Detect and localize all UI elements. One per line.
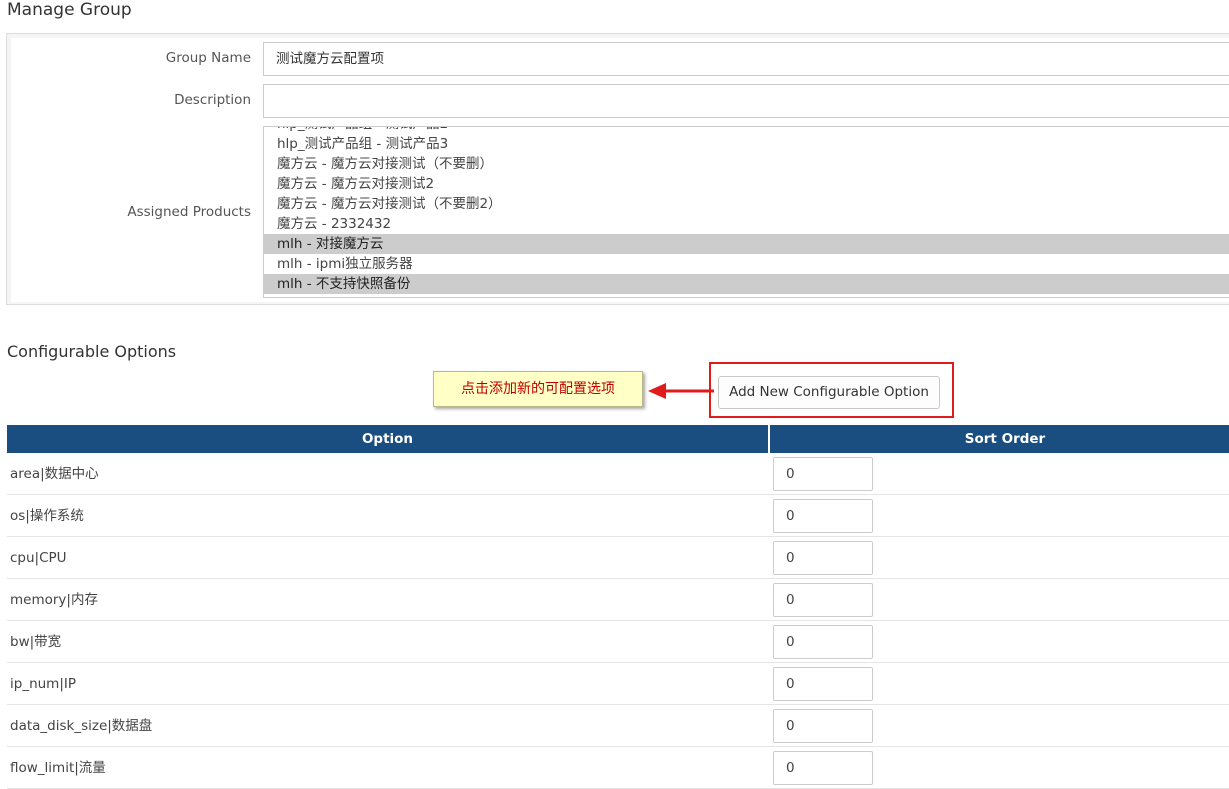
- option-column-header: Option: [7, 425, 768, 453]
- table-row: bw|带宽 0: [7, 621, 1229, 663]
- page-title: Manage Group: [7, 0, 132, 20]
- option-name: ip_num|IP: [10, 676, 77, 692]
- assigned-products-select[interactable]: hlp_测试产品组 - 测试产品2hlp_测试产品组 - 测试产品3魔方云 - …: [263, 126, 1229, 298]
- group-settings-inner: Group Name 测试魔方云配置项 Description Assigned…: [11, 38, 1229, 302]
- option-name: cpu|CPU: [10, 550, 67, 566]
- table-header: Option Sort Order: [7, 425, 1229, 453]
- assigned-products-list: hlp_测试产品组 - 测试产品2hlp_测试产品组 - 测试产品3魔方云 - …: [264, 127, 1229, 294]
- option-name: data_disk_size|数据盘: [10, 718, 153, 734]
- table-row: area|数据中心 0: [7, 453, 1229, 495]
- annotation-arrow-icon: [648, 383, 714, 399]
- assigned-products-label: Assigned Products: [127, 204, 251, 220]
- add-configurable-option-button[interactable]: Add New Configurable Option: [718, 376, 940, 409]
- product-option[interactable]: hlp_测试产品组 - 测试产品3: [264, 134, 1229, 154]
- group-name-label: Group Name: [165, 50, 251, 66]
- sort-order-input[interactable]: 0: [773, 709, 873, 743]
- option-name: flow_limit|流量: [10, 760, 106, 776]
- sort-order-input[interactable]: 0: [773, 499, 873, 533]
- product-option[interactable]: 魔方云 - 2332432: [264, 214, 1229, 234]
- product-option[interactable]: 魔方云 - 魔方云对接测试（不要删）: [264, 154, 1229, 174]
- table-row: data_disk_size|数据盘 0: [7, 705, 1229, 747]
- sort-order-input[interactable]: 0: [773, 541, 873, 575]
- configurable-options-table: Option Sort Order area|数据中心 0 os|操作系统 0 cpu|…: [7, 425, 1229, 789]
- sort-order-input[interactable]: 0: [773, 751, 873, 785]
- group-settings-panel: Group Name 测试魔方云配置项 Description Assigned…: [6, 33, 1229, 305]
- product-option[interactable]: mlh - 不支持快照备份: [264, 274, 1229, 294]
- product-option[interactable]: 魔方云 - 魔方云对接测试（不要删2）: [264, 194, 1229, 214]
- product-option[interactable]: mlh - 对接魔方云: [264, 234, 1229, 254]
- sort-order-input[interactable]: 0: [773, 667, 873, 701]
- sort-order-input[interactable]: 0: [773, 625, 873, 659]
- sort-order-column-header: Sort Order: [770, 425, 1229, 453]
- product-option[interactable]: 魔方云 - 魔方云对接测试2: [264, 174, 1229, 194]
- product-option[interactable]: mlh - ipmi独立服务器: [264, 254, 1229, 274]
- table-row: cpu|CPU 0: [7, 537, 1229, 579]
- sort-order-input[interactable]: 0: [773, 457, 873, 491]
- annotation-callout: 点击添加新的可配置选项: [433, 371, 643, 407]
- table-body: area|数据中心 0 os|操作系统 0 cpu|CPU 0 memory|内存 0 bw|带…: [7, 453, 1229, 789]
- table-row: memory|内存 0: [7, 579, 1229, 621]
- product-option[interactable]: hlp_测试产品组 - 测试产品2: [264, 127, 1229, 134]
- option-name: memory|内存: [10, 592, 98, 608]
- configurable-options-title: Configurable Options: [7, 342, 177, 361]
- table-row: os|操作系统 0: [7, 495, 1229, 537]
- option-name: os|操作系统: [10, 508, 84, 524]
- table-row: flow_limit|流量 0: [7, 747, 1229, 789]
- option-name: area|数据中心: [10, 466, 99, 482]
- table-row: ip_num|IP 0: [7, 663, 1229, 705]
- option-name: bw|带宽: [10, 634, 62, 650]
- sort-order-input[interactable]: 0: [773, 583, 873, 617]
- description-input[interactable]: [263, 84, 1229, 118]
- group-name-input[interactable]: 测试魔方云配置项: [263, 42, 1229, 76]
- description-label: Description: [174, 92, 251, 108]
